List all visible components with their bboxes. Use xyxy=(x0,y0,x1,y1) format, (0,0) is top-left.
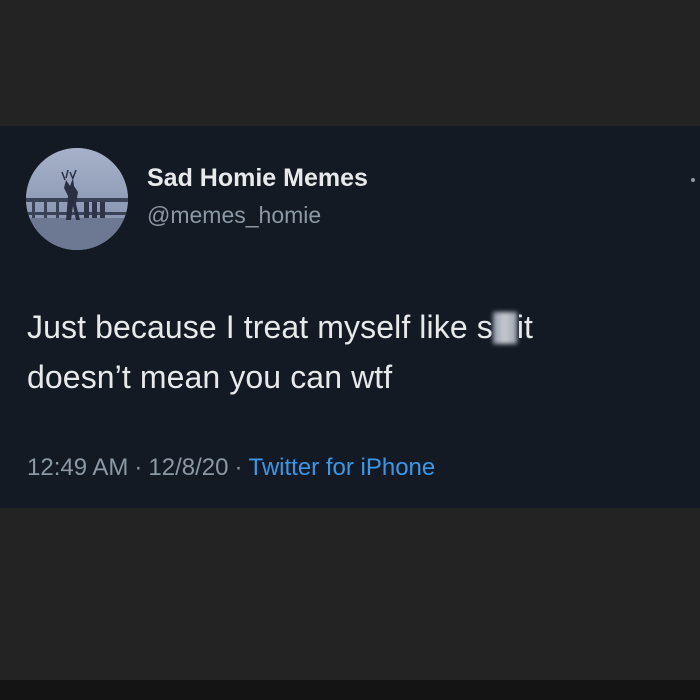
tweet-card[interactable]: Sad Homie Memes @memes_homie Just becaus… xyxy=(0,126,700,508)
avatar[interactable] xyxy=(26,148,128,250)
tweet-date[interactable]: 12/8/20 xyxy=(148,454,228,481)
tweet-text-line-1: Just because I treat myself like s it xyxy=(27,302,687,352)
bottom-edge-strip xyxy=(0,680,700,700)
screenshot-page: Sad Homie Memes @memes_homie Just becaus… xyxy=(0,0,700,700)
tweet-time[interactable]: 12:49 AM xyxy=(27,454,128,481)
separator-dot: · xyxy=(234,454,243,481)
avatar-deer-bridge-icon xyxy=(26,148,128,250)
display-name[interactable]: Sad Homie Memes xyxy=(147,164,368,193)
more-options-icon[interactable] xyxy=(691,178,695,182)
separator-dot: · xyxy=(134,454,143,481)
tweet-meta: 12:49 AM · 12/8/20 · Twitter for iPhone xyxy=(27,454,435,482)
tweet-text-line-2: doesn’t mean you can wtf xyxy=(27,359,393,395)
tweet-text-line-1-start: Just because I treat myself like s xyxy=(27,309,493,345)
tweet-text: Just because I treat myself like s it doe… xyxy=(27,302,687,402)
tweet-source-link[interactable]: Twitter for iPhone xyxy=(248,454,435,481)
censored-blur xyxy=(492,312,517,344)
user-handle[interactable]: @memes_homie xyxy=(147,202,321,229)
tweet-text-line-1-end: it xyxy=(516,309,534,345)
